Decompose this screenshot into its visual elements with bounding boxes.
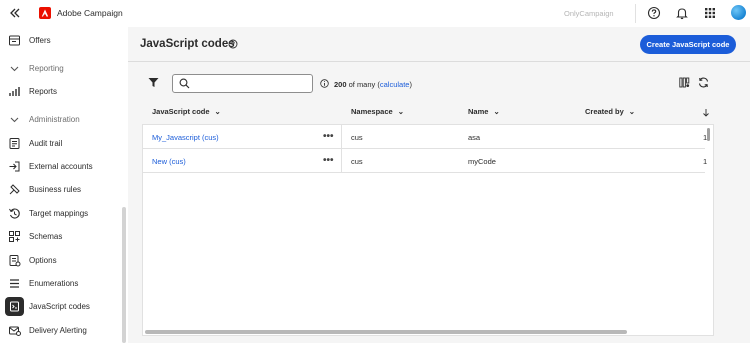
name-cell: asa (468, 133, 481, 142)
data-table: My_Javascript (cus) ••• cus asa 1 New (c… (142, 124, 714, 336)
sidebar-item-label: Enumerations (29, 279, 79, 288)
sidebar-item-label: Reports (29, 87, 58, 96)
options-icon (9, 255, 21, 267)
record-count-value: 200 (334, 80, 347, 89)
chevron-down-icon (10, 66, 19, 72)
divider (635, 4, 636, 23)
apps-grid-icon[interactable] (703, 6, 717, 20)
sidebar-item-label: JavaScript codes (29, 302, 90, 311)
created-by-cell: 1 (703, 157, 708, 166)
target-mappings-icon (9, 208, 20, 219)
search-icon (179, 78, 190, 89)
create-javascript-code-button[interactable]: Create JavaScript code (640, 35, 736, 54)
horizontal-scrollbar[interactable] (145, 330, 627, 334)
sidebar-item-audit-trail[interactable]: Audit trail (0, 134, 120, 154)
record-count-close: ) (409, 80, 412, 89)
sidebar-item-external-accounts[interactable]: External accounts (0, 157, 120, 177)
column-header-label: Created by (585, 107, 624, 116)
search-input[interactable] (195, 77, 307, 90)
bell-icon[interactable] (675, 6, 689, 20)
javascript-codes-icon (10, 301, 19, 312)
sidebar-item-javascript-codes[interactable]: JavaScript codes (0, 297, 120, 317)
record-count-suffix: of many ( (346, 80, 380, 89)
sidebar-item-label: Business rules (29, 185, 82, 194)
chevron-down-icon: ⌄ (214, 107, 221, 116)
sidebar-section-administration[interactable]: Administration (0, 110, 120, 130)
sidebar-section-reporting[interactable]: Reporting (0, 59, 120, 79)
audit-trail-icon (9, 138, 20, 149)
namespace-cell: cus (351, 157, 363, 166)
external-accounts-icon (9, 161, 20, 172)
sidebar: Offers Reporting Reports Administration … (0, 27, 128, 343)
namespace-cell: cus (351, 133, 363, 142)
main-content: JavaScript codes Create JavaScript code … (128, 27, 750, 343)
chevron-down-icon (10, 117, 19, 123)
sidebar-scrollbar[interactable] (122, 207, 126, 343)
sidebar-item-schemas[interactable]: Schemas (0, 227, 120, 247)
column-header-javascript-code[interactable]: JavaScript code ⌄ (152, 107, 221, 116)
sidebar-item-label: Target mappings (29, 209, 89, 218)
reports-icon (9, 87, 20, 96)
sidebar-item-offers[interactable]: Offers (0, 31, 120, 51)
javascript-code-link[interactable]: New (cus) (152, 157, 186, 166)
collapse-sidebar-icon[interactable] (8, 6, 22, 20)
chevron-down-icon: ⌄ (493, 107, 500, 116)
sidebar-item-label: Options (29, 256, 57, 265)
sort-icon[interactable] (702, 108, 710, 117)
calculate-link[interactable]: calculate (380, 80, 410, 89)
column-header-created-by[interactable]: Created by ⌄ (585, 107, 635, 116)
name-cell: myCode (468, 157, 496, 166)
top-bar: Adobe Campaign OnlyCampaign (0, 0, 750, 27)
info-icon (320, 79, 329, 88)
table-row[interactable]: My_Javascript (cus) ••• cus asa 1 (143, 125, 707, 149)
sidebar-item-options[interactable]: Options (0, 251, 120, 271)
column-header-label: Name (468, 107, 489, 116)
page-title: JavaScript codes (140, 38, 235, 50)
more-actions-icon[interactable]: ••• (323, 131, 334, 142)
help-icon[interactable] (228, 39, 238, 49)
sidebar-item-reports[interactable]: Reports (0, 82, 120, 102)
vertical-scrollbar[interactable] (707, 128, 710, 141)
column-header-label: JavaScript code (152, 107, 210, 116)
sidebar-item-label: Offers (29, 36, 51, 45)
column-header-namespace[interactable]: Namespace ⌄ (351, 107, 404, 116)
sidebar-item-target-mappings[interactable]: Target mappings (0, 204, 120, 224)
avatar[interactable] (731, 5, 746, 20)
sidebar-item-delivery-alerting[interactable]: Delivery Alerting (0, 321, 120, 341)
sidebar-section-label: Reporting (29, 64, 64, 73)
schemas-icon (9, 231, 20, 242)
filter-icon[interactable] (148, 77, 159, 88)
column-divider (341, 125, 342, 173)
column-header-name[interactable]: Name ⌄ (468, 107, 500, 116)
sidebar-item-label: External accounts (29, 162, 93, 171)
divider (128, 61, 750, 62)
sidebar-item-business-rules[interactable]: Business rules (0, 180, 120, 200)
delivery-alerting-icon (9, 326, 21, 336)
table-row[interactable]: New (cus) ••• cus myCode 1 (143, 149, 708, 173)
offers-icon (9, 35, 20, 46)
column-header-label: Namespace (351, 107, 393, 116)
more-actions-icon[interactable]: ••• (323, 155, 334, 166)
adobe-logo-icon (39, 7, 51, 19)
sidebar-item-enumerations[interactable]: Enumerations (0, 274, 120, 294)
org-switcher[interactable]: OnlyCampaign (564, 9, 614, 18)
search-field[interactable] (172, 74, 313, 93)
sidebar-section-label: Administration (29, 115, 80, 124)
chevron-down-icon: ⌄ (628, 107, 636, 116)
refresh-icon[interactable] (698, 77, 709, 88)
column-settings-icon[interactable] (679, 77, 690, 88)
sidebar-item-label: Audit trail (29, 139, 63, 148)
app-title: Adobe Campaign (57, 8, 123, 18)
enumerations-icon (10, 279, 19, 288)
business-rules-icon (9, 184, 20, 195)
sidebar-item-label: Schemas (29, 232, 63, 241)
javascript-code-link[interactable]: My_Javascript (cus) (152, 133, 219, 142)
sidebar-item-label: Delivery Alerting (29, 326, 87, 335)
record-count: 200 of many (calculate) (334, 80, 412, 89)
help-icon[interactable] (647, 6, 661, 20)
chevron-down-icon: ⌄ (397, 107, 404, 116)
